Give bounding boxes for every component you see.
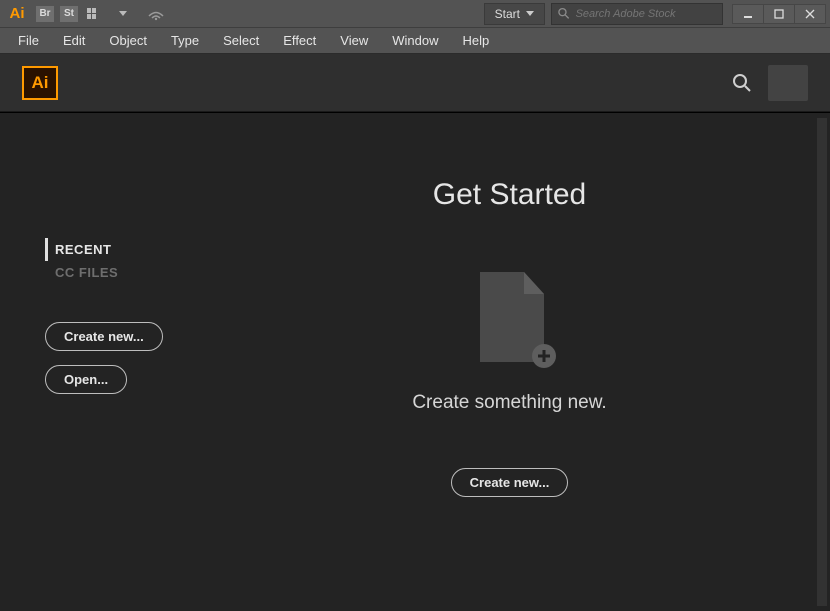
vertical-scrollbar[interactable] bbox=[817, 118, 827, 606]
search-stock-input[interactable] bbox=[576, 8, 716, 20]
start-tabs: RECENT CC FILES bbox=[45, 238, 205, 284]
search-icon bbox=[732, 73, 752, 93]
title-bar: Ai Br St Start bbox=[0, 0, 830, 28]
workspace: RECENT CC FILES Create new... Open... Ge… bbox=[0, 112, 830, 611]
menu-view[interactable]: View bbox=[328, 31, 380, 50]
tab-ccfiles[interactable]: CC FILES bbox=[45, 261, 205, 284]
window-controls bbox=[733, 4, 826, 24]
start-subtitle: Create something new. bbox=[412, 392, 606, 414]
stock-icon[interactable]: St bbox=[60, 6, 78, 22]
open-button[interactable]: Open... bbox=[45, 365, 127, 394]
create-new-button-main[interactable]: Create new... bbox=[451, 468, 569, 497]
menu-effect[interactable]: Effect bbox=[271, 31, 328, 50]
menu-bar: File Edit Object Type Select Effect View… bbox=[0, 28, 830, 54]
search-button[interactable] bbox=[728, 69, 756, 97]
menu-edit[interactable]: Edit bbox=[51, 31, 97, 50]
menu-window[interactable]: Window bbox=[380, 31, 450, 50]
workspace-label: Start bbox=[495, 7, 520, 21]
chevron-down-icon bbox=[526, 11, 534, 16]
app-logo-small: Ai bbox=[6, 5, 28, 23]
search-icon bbox=[558, 7, 570, 20]
header-bar: Ai bbox=[0, 54, 830, 112]
tab-recent[interactable]: RECENT bbox=[45, 238, 205, 261]
close-button[interactable] bbox=[794, 4, 826, 24]
create-new-button[interactable]: Create new... bbox=[45, 322, 163, 351]
search-stock-field[interactable] bbox=[551, 3, 723, 25]
start-sidebar: RECENT CC FILES Create new... Open... bbox=[5, 118, 205, 606]
menu-select[interactable]: Select bbox=[211, 31, 271, 50]
start-panel: RECENT CC FILES Create new... Open... Ge… bbox=[5, 118, 814, 606]
start-main: Get Started Create something new. Create… bbox=[205, 118, 814, 606]
app-logo: Ai bbox=[22, 66, 58, 100]
chevron-down-icon[interactable] bbox=[112, 4, 134, 24]
account-button[interactable] bbox=[768, 65, 808, 101]
workspace-dropdown[interactable]: Start bbox=[484, 3, 545, 25]
menu-file[interactable]: File bbox=[6, 31, 51, 50]
menu-type[interactable]: Type bbox=[159, 31, 211, 50]
menu-object[interactable]: Object bbox=[97, 31, 159, 50]
wifi-icon[interactable] bbox=[145, 4, 167, 24]
arrange-documents-icon[interactable] bbox=[84, 4, 106, 24]
minimize-button[interactable] bbox=[732, 4, 764, 24]
new-document-icon bbox=[474, 272, 546, 362]
page-title: Get Started bbox=[433, 178, 586, 212]
bridge-icon[interactable]: Br bbox=[36, 6, 54, 22]
menu-help[interactable]: Help bbox=[450, 31, 501, 50]
maximize-button[interactable] bbox=[763, 4, 795, 24]
